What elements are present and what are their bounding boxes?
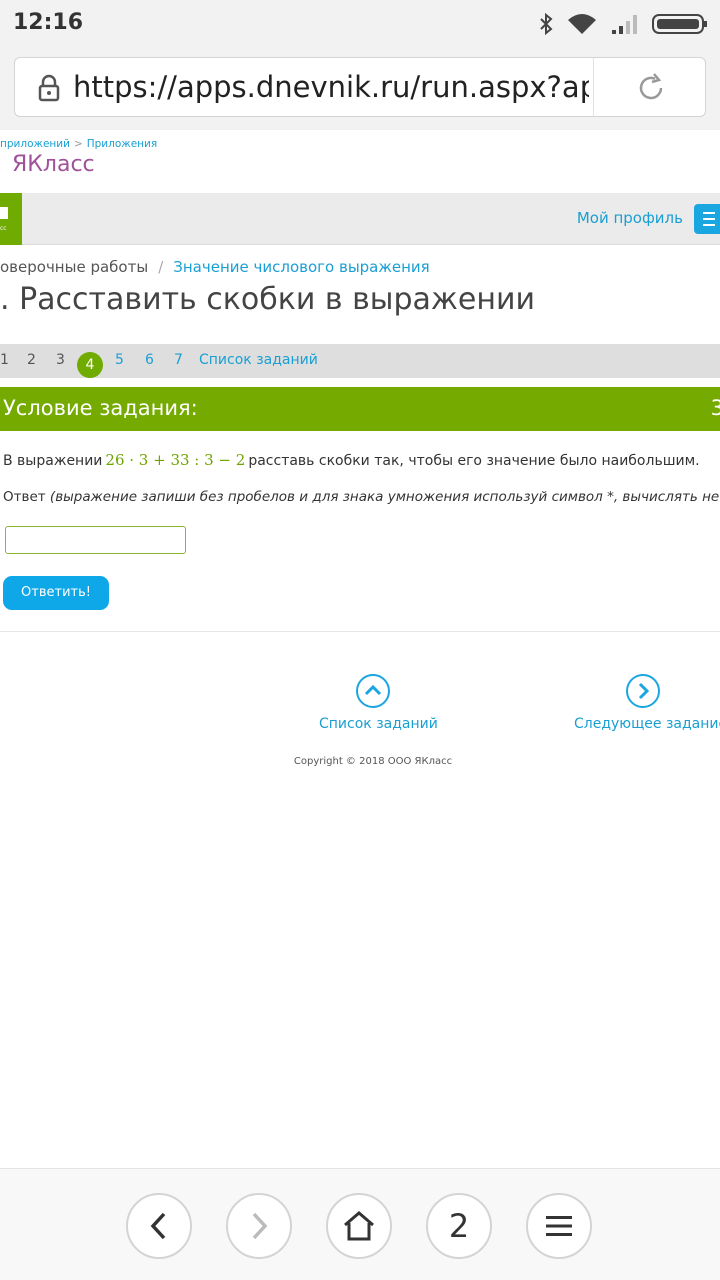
site-logo[interactable]: сс — [0, 193, 22, 245]
my-profile-link[interactable]: Мой профиль — [577, 209, 683, 227]
page-link-5[interactable]: 5 — [115, 352, 124, 368]
breadcrumb: оверочные работы / Значение числового выра… — [0, 258, 430, 276]
task-pager: 1 2 3 4 5 6 7 Список заданий — [0, 344, 720, 378]
bluetooth-icon — [540, 12, 553, 36]
answer-label: Ответ — [3, 489, 46, 505]
home-button[interactable] — [326, 1193, 392, 1259]
menu-icon — [546, 1216, 572, 1236]
menu-icon[interactable] — [694, 204, 720, 234]
answer-input[interactable] — [5, 526, 186, 554]
browser-menu-button[interactable] — [526, 1193, 592, 1259]
question-text: В выражении 26 · 3 + 33 : 3 − 2 расставь с… — [3, 451, 700, 469]
status-icons — [538, 10, 708, 38]
page-link-1[interactable]: 1 — [0, 352, 9, 368]
breadcrumb-link[interactable]: приложений — [0, 138, 70, 150]
answer-instructions: Ответ (выражение запиши без пробелов и д… — [3, 489, 720, 505]
reload-icon[interactable] — [635, 72, 667, 104]
question-prefix: В выражении — [3, 453, 103, 469]
copyright: Copyright © 2018 ООО ЯКласс — [293, 756, 453, 767]
lock-icon — [38, 74, 60, 102]
status-time: 12:16 — [13, 10, 84, 35]
url-divider — [593, 58, 594, 116]
answer-hint: (выражение запиши без пробелов и для зна… — [49, 489, 720, 505]
forward-button[interactable] — [226, 1193, 292, 1259]
chevron-right-icon[interactable] — [626, 674, 660, 708]
back-icon — [150, 1212, 166, 1240]
tab-count: 2 — [448, 1207, 470, 1245]
chevron-up-icon[interactable] — [356, 674, 390, 708]
math-expression: 26 · 3 + 33 : 3 − 2 — [105, 451, 246, 469]
browser-bottom-bar: 2 — [0, 1168, 720, 1280]
tabs-button[interactable]: 2 — [426, 1193, 492, 1259]
breadcrumb-current[interactable]: Значение числового выражения — [173, 258, 429, 276]
condition-header: Условие задания: 3 — [0, 387, 720, 431]
page-link-7[interactable]: 7 — [174, 352, 183, 368]
signal-icon — [612, 15, 637, 34]
page-link-6[interactable]: 6 — [145, 352, 154, 368]
top-breadcrumb: приложений > Приложения — [0, 138, 157, 150]
home-icon — [344, 1211, 374, 1241]
breadcrumb-separator: / — [158, 258, 164, 276]
forward-icon — [252, 1212, 268, 1240]
wifi-icon — [568, 14, 596, 34]
site-navbar: сс Мой профиль — [0, 193, 720, 245]
submit-button[interactable]: Ответить! — [3, 576, 109, 610]
task-list-link[interactable]: Список заданий — [199, 352, 318, 368]
next-task-nav[interactable]: Следующее задание — [574, 674, 720, 732]
address-bar[interactable]: https://apps.dnevnik.ru/run.aspx?app — [14, 57, 706, 117]
brand-title[interactable]: ЯКласс — [12, 152, 95, 177]
question-suffix: расставь скобки так, чтобы его значение … — [248, 453, 700, 469]
page-link-3[interactable]: 3 — [56, 352, 65, 368]
breadcrumb-parent[interactable]: оверочные работы — [0, 258, 148, 276]
page-link-4-active[interactable]: 4 — [77, 352, 103, 378]
breadcrumb-link[interactable]: Приложения — [87, 138, 157, 150]
status-bar: 12:16 — [0, 0, 720, 48]
divider — [0, 631, 720, 632]
battery-icon — [652, 14, 707, 34]
condition-score: 3 — [710, 396, 720, 420]
breadcrumb-separator: > — [73, 138, 83, 150]
task-list-nav-label[interactable]: Список заданий — [319, 716, 438, 732]
url-text[interactable]: https://apps.dnevnik.ru/run.aspx?app — [73, 70, 589, 104]
back-button[interactable] — [126, 1193, 192, 1259]
condition-title: Условие задания: — [3, 396, 198, 420]
browser-toolbar: https://apps.dnevnik.ru/run.aspx?app — [0, 48, 720, 130]
next-task-nav-label[interactable]: Следующее задание — [574, 716, 720, 732]
web-page: приложений > Приложения ЯКласс сс Мой проф… — [0, 130, 720, 1168]
page-link-2[interactable]: 2 — [27, 352, 36, 368]
page-title: . Расставить скобки в выражении — [0, 282, 535, 317]
task-list-nav[interactable]: Список заданий — [319, 674, 438, 732]
